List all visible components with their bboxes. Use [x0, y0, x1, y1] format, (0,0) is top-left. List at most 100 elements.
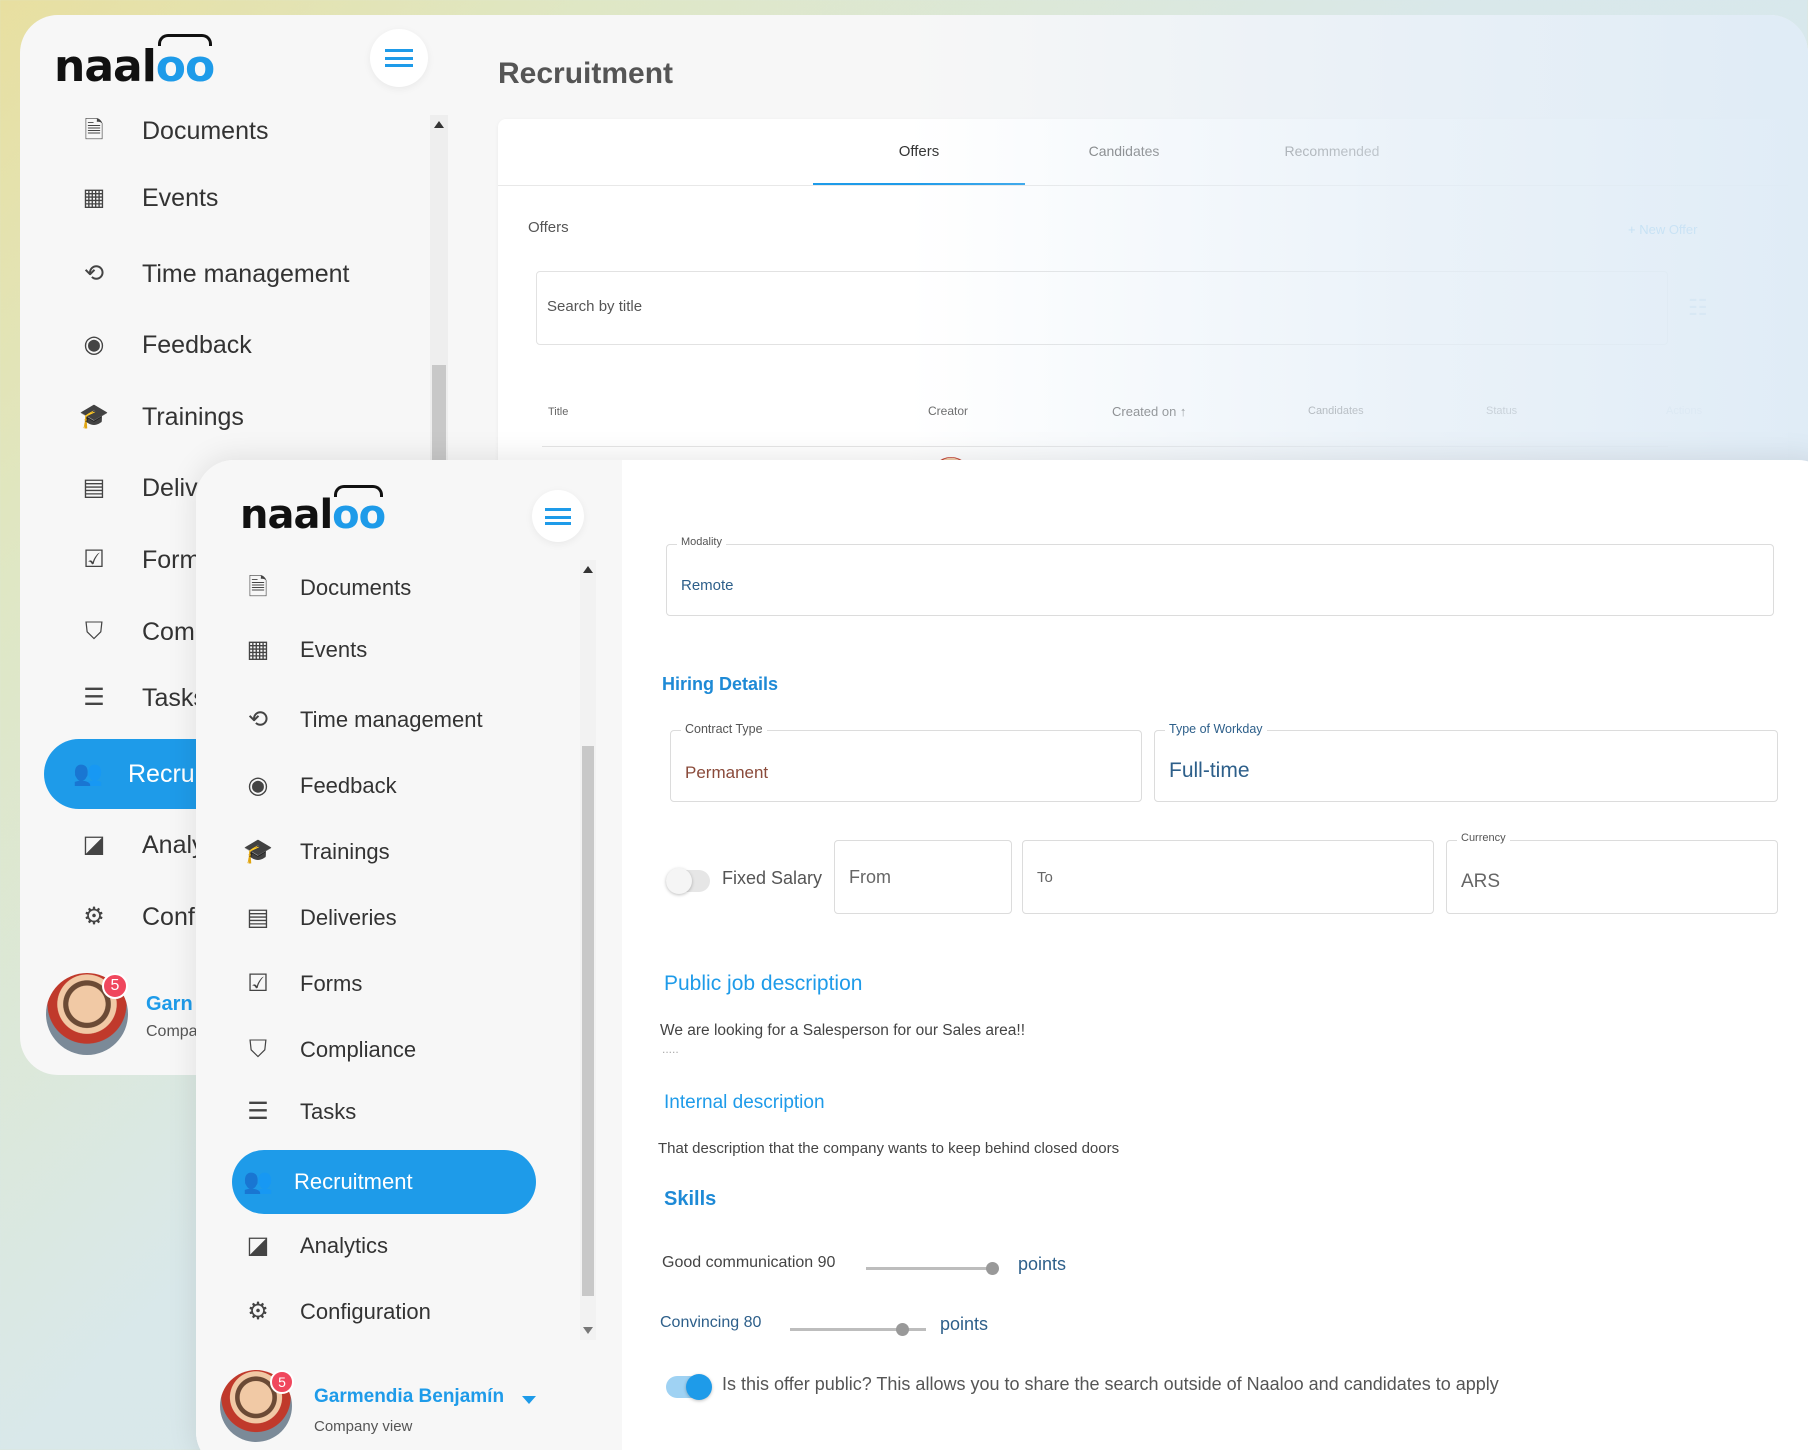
currency-field[interactable]: Currency ARS	[1446, 832, 1778, 914]
clock-icon: ⟲	[247, 706, 269, 733]
public-offer-toggle[interactable]	[666, 1374, 712, 1400]
user-name[interactable]: Garn	[146, 993, 193, 1016]
internal-description-title: Internal description	[664, 1092, 825, 1113]
sidebar-item-tasks[interactable]: ☰ Tasks	[60, 678, 206, 718]
scroll-up-arrow[interactable]	[434, 121, 444, 128]
page-title: Recruitment	[498, 57, 674, 90]
skills-title: Skills	[664, 1188, 717, 1210]
sidebar-item-trainings[interactable]: 🎓 Trainings	[60, 397, 244, 437]
skill-slider-handle[interactable]	[896, 1323, 909, 1336]
clock-icon: ⟲	[83, 260, 105, 287]
sidebar-item-time-management[interactable]: ⟲ Time management	[60, 254, 350, 294]
internal-description-text[interactable]: That description that the company wants …	[658, 1140, 1119, 1157]
scroll-down-arrow[interactable]	[583, 1327, 593, 1334]
tab-offers[interactable]: Offers	[813, 143, 1025, 160]
skill-unit: points	[940, 1314, 989, 1334]
skill-slider-track[interactable]	[866, 1267, 994, 1270]
sidebar-item-forms[interactable]: ☑ Forms	[60, 540, 213, 580]
sidebar-item-forms[interactable]: ☑ Forms	[244, 964, 362, 1004]
sidebar-item-feedback[interactable]: ◉ Feedback	[60, 325, 252, 365]
user-menu-caret-icon[interactable]	[522, 1396, 536, 1404]
toggle-knob	[686, 1374, 712, 1400]
col-actions: Actions	[1666, 405, 1703, 417]
sidebar-scrollbar[interactable]	[430, 115, 448, 475]
front-window: naaloo 🗎 Documents ▦ Events ⟲ Time manag…	[196, 460, 1808, 1450]
fixed-salary-label: Fixed Salary	[722, 868, 823, 888]
sidebar-item-documents[interactable]: 🗎 Documents	[60, 111, 268, 151]
sidebar-item-analytics[interactable]: ◪ Analytics	[244, 1226, 388, 1266]
sidebar-item-time-management[interactable]: ⟲ Time management	[244, 700, 483, 740]
sidebar-item-feedback[interactable]: ◉ Feedback	[244, 766, 397, 806]
filter-icon[interactable]: ☷	[1688, 297, 1712, 319]
document-icon: 🗎	[84, 117, 104, 144]
user-name[interactable]: Garmendia Benjamín	[314, 1386, 504, 1408]
scroll-thumb[interactable]	[582, 746, 594, 1296]
naaloo-logo: naaloo	[54, 34, 215, 92]
public-description-text[interactable]: We are looking for a Salesperson for our…	[660, 1022, 1025, 1040]
sidebar-item-deliveries[interactable]: ▤ Deliveries	[244, 898, 397, 938]
contract-type-field[interactable]: Contract Type Permanent	[670, 722, 1142, 802]
search-input[interactable]: Search by title	[536, 271, 1668, 345]
offers-card: Offers Candidates Recommended Offers + N…	[498, 119, 1788, 499]
sidebar-item-events[interactable]: ▦ Events	[60, 178, 219, 218]
graduation-cap-icon: 🎓	[243, 838, 273, 865]
fixed-salary-toggle[interactable]	[666, 868, 710, 894]
menu-toggle-button[interactable]	[532, 490, 584, 542]
salary-to-field[interactable]: To	[1022, 840, 1434, 914]
offers-heading: Offers	[528, 219, 569, 236]
gear-icon: ⚙	[247, 1298, 269, 1325]
public-description-ellipsis: .....	[662, 1042, 679, 1056]
workday-type-field[interactable]: Type of Workday Full-time	[1154, 722, 1778, 802]
checklist-icon: ☑	[83, 546, 105, 573]
notification-badge: 5	[270, 1370, 294, 1394]
col-created-on[interactable]: Created on ↑	[1112, 404, 1186, 419]
col-status[interactable]: Status	[1486, 405, 1517, 417]
document-icon: 🗎	[248, 574, 268, 601]
feedback-icon: ◉	[83, 331, 105, 358]
sidebar-scrollbar[interactable]	[580, 560, 596, 1340]
hamburger-icon	[545, 507, 571, 525]
sidebar-item-recruitment[interactable]: 👥 Recruitment	[232, 1150, 536, 1214]
sidebar-item-documents[interactable]: 🗎 Documents	[244, 568, 411, 608]
naaloo-logo: naaloo	[240, 485, 386, 538]
sidebar-item-compliance[interactable]: ⛉ Compliance	[244, 1030, 416, 1070]
sidebar-item-tasks[interactable]: ☰ Tasks	[244, 1092, 356, 1132]
scroll-up-arrow[interactable]	[583, 566, 593, 573]
sidebar-item-compliance[interactable]: ⛉ Compl	[60, 612, 214, 652]
salary-from-field[interactable]: From	[834, 840, 1012, 914]
chart-icon: ◪	[246, 1232, 270, 1259]
new-offer-button[interactable]: + New Offer	[1628, 222, 1697, 237]
user-role: Compa	[146, 1023, 198, 1040]
col-title[interactable]: Title	[548, 406, 568, 418]
hiring-details-title: Hiring Details	[662, 674, 779, 694]
col-candidates[interactable]: Candidates	[1308, 405, 1364, 417]
chart-icon: ◪	[82, 831, 106, 858]
sidebar-item-configuration[interactable]: ⚙ Config	[60, 897, 214, 937]
sidebar-item-trainings[interactable]: 🎓 Trainings	[243, 832, 390, 872]
sidebar-item-configuration[interactable]: ⚙ Configuration	[244, 1292, 431, 1332]
sidebar-item-analytics[interactable]: ◪ Analyti	[60, 825, 217, 865]
col-creator[interactable]: Creator	[928, 404, 968, 418]
skill-unit: points	[1018, 1254, 1067, 1274]
tab-recommended[interactable]: Recommended	[1226, 143, 1438, 159]
list-icon: ☰	[247, 1098, 269, 1125]
public-description-title: Public job description	[664, 972, 863, 995]
scroll-thumb[interactable]	[432, 365, 446, 475]
sidebar-item-events[interactable]: ▦ Events	[244, 630, 368, 670]
modality-field[interactable]: Modality Remote	[666, 536, 1774, 616]
calendar-icon: ▦	[82, 184, 106, 211]
shield-icon: ⛉	[85, 618, 103, 645]
calendar-icon: ▦	[246, 636, 270, 663]
shield-icon: ⛉	[249, 1036, 267, 1063]
tab-candidates[interactable]: Candidates	[1018, 143, 1230, 159]
skill-label: Convincing 80	[660, 1314, 762, 1331]
menu-toggle-button[interactable]	[370, 29, 428, 87]
feedback-icon: ◉	[247, 772, 269, 799]
people-search-icon: 👥	[73, 760, 103, 787]
search-placeholder: Search by title	[547, 298, 643, 315]
skill-slider-handle[interactable]	[986, 1262, 999, 1275]
sidebar: naaloo 🗎 Documents ▦ Events ⟲ Time manag…	[196, 460, 622, 1450]
table-header-divider	[542, 446, 1668, 447]
archive-icon: ▤	[82, 474, 106, 501]
toggle-knob	[666, 868, 692, 894]
